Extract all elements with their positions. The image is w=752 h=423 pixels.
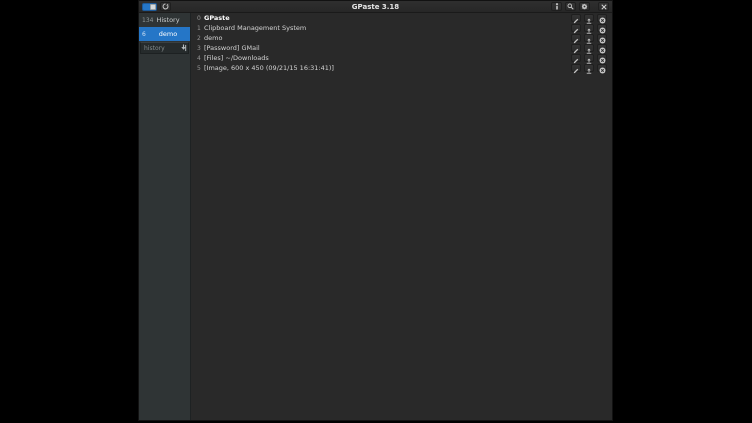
row-actions [571,64,607,72]
list-item-index: 3 [197,45,204,52]
list-item-label: GPaste [204,14,567,22]
edit-icon [573,59,579,78]
headerbar: GPaste 3.18 [139,1,612,13]
list-item-index: 1 [197,25,204,32]
list-item-label: [Password] GMail [204,44,567,52]
list-item[interactable]: 3 [Password] GMail [191,43,612,53]
edit-item-button[interactable] [571,64,581,72]
list-item[interactable]: 0 GPaste [191,13,612,23]
list-item-label: [Files] ~/Downloads [204,54,567,62]
list-item[interactable]: 4 [Files] ~/Downloads [191,53,612,63]
info-icon [554,3,560,10]
upload-icon [586,59,592,78]
clipboard-item-list: 0 GPaste 1 Clipboard Management System [191,13,612,420]
list-item-index: 2 [197,35,204,42]
upload-item-button[interactable] [584,64,594,72]
gpaste-window: GPaste 3.18 [138,0,613,421]
window-body: 134 History 6 demo 0 GPaste [139,13,612,420]
refresh-icon [162,3,169,10]
search-button[interactable] [565,2,576,11]
histories-sidebar: 134 History 6 demo [139,13,191,420]
window-close-button[interactable] [598,2,609,11]
new-history-input[interactable] [141,45,178,52]
headerbar-right [551,2,609,11]
switch-knob [150,4,156,10]
list-item-index: 0 [197,15,204,22]
list-item-label: demo [204,34,567,42]
tracking-switch[interactable] [142,3,157,11]
search-icon [567,3,574,10]
list-item-index: 5 [197,65,204,72]
history-label: demo [152,30,190,38]
list-item-label: [Image, 600 x 450 (09/21/15 16:31:41)] [204,64,567,72]
list-item-index: 4 [197,55,204,62]
window-title: GPaste 3.18 [139,3,612,11]
list-item-label: Clipboard Management System [204,24,567,32]
sidebar-history-item[interactable]: 6 demo [139,27,190,41]
delete-icon [599,59,606,78]
about-button[interactable] [551,2,562,11]
history-rows: 134 History 6 demo [139,13,190,41]
list-item[interactable]: 2 demo [191,33,612,43]
headerbar-left [142,2,171,11]
delete-item-button[interactable] [597,64,607,72]
settings-button[interactable] [579,2,590,11]
settings-icon [581,3,588,10]
close-icon [601,4,607,10]
history-label: History [152,16,190,24]
new-history-field [140,42,189,54]
add-history-icon[interactable] [178,44,188,52]
history-count: 134 [139,17,152,24]
sidebar-history-item[interactable]: 134 History [139,13,190,27]
list-item[interactable]: 5 [Image, 600 x 450 (09/21/15 16:31:41)] [191,63,612,73]
history-count: 6 [139,31,152,38]
list-item[interactable]: 1 Clipboard Management System [191,23,612,33]
restart-daemon-button[interactable] [160,2,171,11]
